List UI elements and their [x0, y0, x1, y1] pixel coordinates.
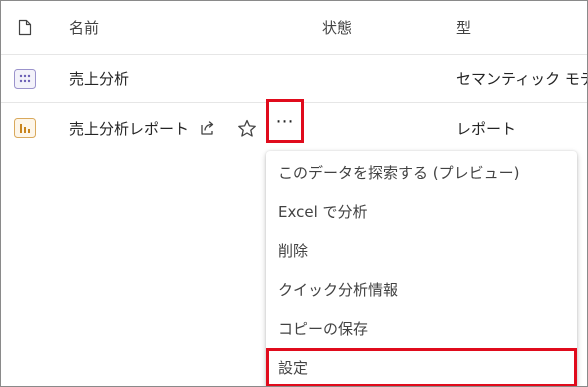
header-status[interactable]: 状態: [322, 1, 352, 54]
item-type: セマンティック モデル: [456, 70, 587, 88]
menu-item-analyze-in-excel[interactable]: Excel で分析: [266, 192, 577, 231]
table-row[interactable]: 売上分析 セマンティック モデル: [1, 55, 587, 103]
report-icon: [13, 103, 37, 153]
header-type[interactable]: 型: [456, 1, 471, 54]
menu-item-save-copy[interactable]: コピーの保存: [266, 309, 577, 348]
header-name[interactable]: 名前: [69, 1, 99, 54]
menu-item-delete[interactable]: 削除: [266, 231, 577, 270]
more-options-button[interactable]: ⋯: [266, 99, 304, 143]
menu-item-quick-insights[interactable]: クイック分析情報: [266, 270, 577, 309]
list-header: 名前 状態 型: [1, 1, 587, 55]
semantic-model-icon: [13, 55, 37, 102]
menu-item-explore-data[interactable]: このデータを探索する (プレビュー): [266, 153, 577, 192]
context-menu: このデータを探索する (プレビュー) Excel で分析 削除 クイック分析情報…: [266, 151, 577, 386]
item-name-link[interactable]: 売上分析レポート: [69, 103, 189, 153]
workspace-item-list: 名前 状態 型 売上分析 セマンティック モデル: [0, 0, 588, 387]
share-icon[interactable]: [199, 103, 217, 153]
item-name-link[interactable]: 売上分析: [69, 55, 129, 102]
item-type: レポート: [456, 119, 517, 138]
star-icon[interactable]: [237, 103, 257, 153]
file-icon: [13, 1, 37, 54]
more-options-label: ⋯: [275, 110, 295, 132]
menu-item-settings[interactable]: 設定: [266, 348, 577, 386]
